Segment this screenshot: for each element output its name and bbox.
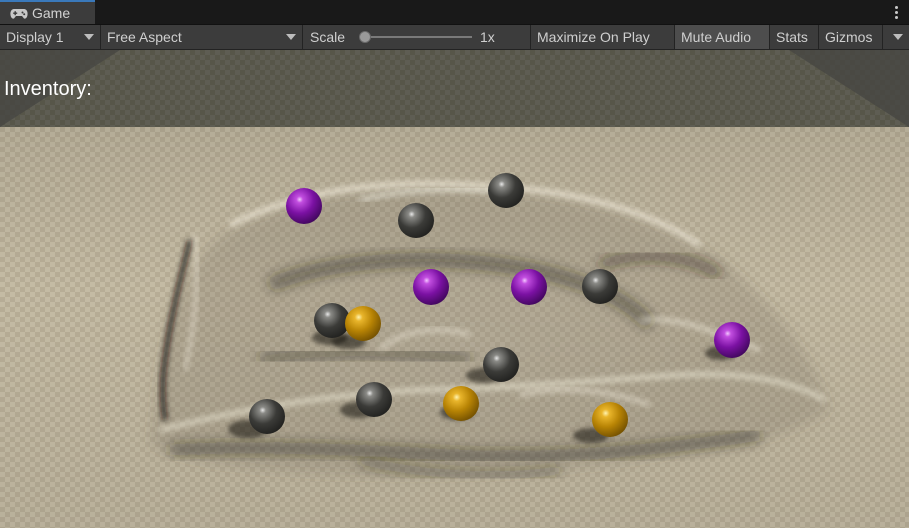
mute-audio-toggle[interactable]: Mute Audio — [675, 25, 770, 49]
aspect-label: Free Aspect — [107, 29, 182, 45]
dark-sphere — [488, 173, 524, 208]
dark-sphere — [356, 382, 392, 417]
chevron-down-icon — [84, 34, 94, 40]
gamepad-icon — [10, 7, 28, 19]
purple-sphere — [286, 188, 322, 224]
scale-value: 1x — [480, 29, 495, 45]
game-viewport[interactable]: Inventory: — [0, 50, 909, 528]
gizmos-dropdown[interactable] — [883, 25, 909, 49]
gold-sphere — [443, 386, 479, 421]
maximize-label: Maximize On Play — [537, 29, 650, 45]
gold-sphere — [345, 306, 381, 341]
dark-sphere — [483, 347, 519, 382]
purple-sphere — [511, 269, 547, 305]
dark-sphere — [582, 269, 618, 304]
inventory-label: Inventory: — [4, 78, 92, 100]
terrain-mesh — [150, 180, 830, 481]
tab-strip: Game — [0, 0, 909, 25]
dark-sphere — [398, 203, 434, 238]
display-dropdown[interactable]: Display 1 — [0, 25, 101, 49]
scale-slider-track[interactable] — [362, 36, 472, 38]
aspect-dropdown[interactable]: Free Aspect — [101, 25, 303, 49]
scale-label: Scale — [310, 29, 346, 45]
scale-slider-handle[interactable] — [359, 31, 371, 43]
tab-game[interactable]: Game — [0, 0, 95, 24]
more-options-icon[interactable] — [891, 3, 901, 21]
display-label: Display 1 — [6, 29, 64, 45]
chevron-down-icon — [893, 34, 903, 40]
purple-sphere — [714, 322, 750, 358]
game-toolbar: Display 1 Free Aspect Scale 1x Maximize … — [0, 25, 909, 50]
gizmos-label: Gizmos — [825, 29, 873, 45]
purple-sphere — [413, 269, 449, 305]
maximize-on-play-toggle[interactable]: Maximize On Play — [531, 25, 675, 49]
gold-sphere — [592, 402, 628, 437]
chevron-down-icon — [286, 34, 296, 40]
stats-toggle[interactable]: Stats — [770, 25, 819, 49]
stats-label: Stats — [776, 29, 808, 45]
dark-sphere — [249, 399, 285, 434]
mute-label: Mute Audio — [681, 29, 752, 45]
tab-label: Game — [32, 5, 71, 21]
gizmos-toggle[interactable]: Gizmos — [819, 25, 883, 49]
